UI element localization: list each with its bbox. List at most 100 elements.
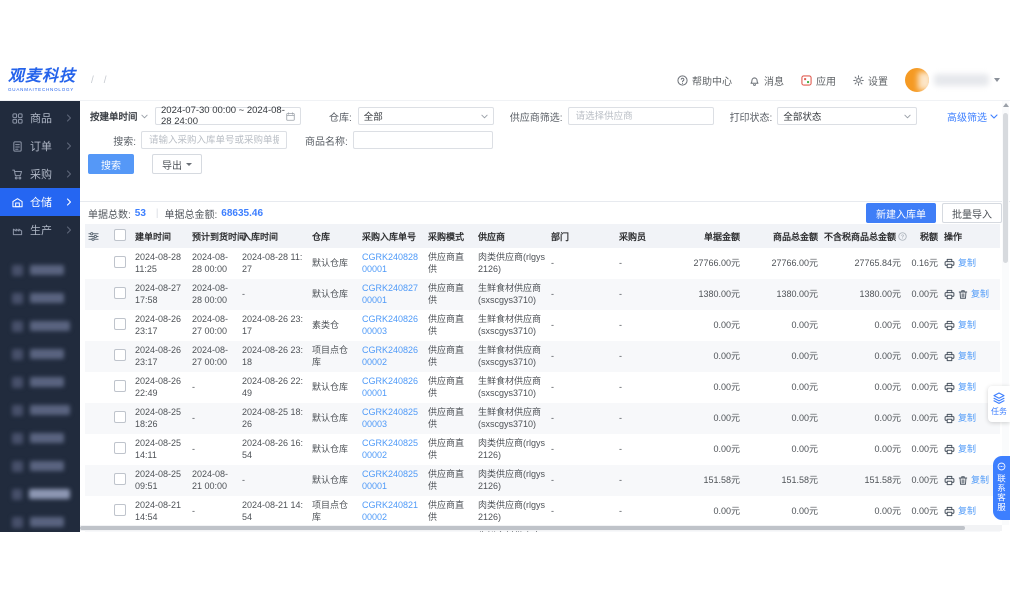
advanced-filter-link[interactable]: 高级筛选 [947,109,998,124]
print-icon[interactable] [944,475,955,486]
table-column-header[interactable]: 供应商 [475,224,548,248]
order-number-link[interactable]: CGRK24082600001 [362,376,418,398]
table-column-header[interactable]: 部门 [548,224,616,248]
print-status-select[interactable]: 全部状态 [777,107,917,125]
warehouse-select[interactable]: 全部 [358,107,494,125]
contact-support-button[interactable]: 联系客服 [993,456,1010,520]
print-icon[interactable] [944,289,955,300]
copy-link[interactable]: 复制 [958,444,976,456]
row-checkbox[interactable] [114,287,126,299]
apps-link[interactable]: 应用 [801,73,836,88]
horizontal-scrollbar[interactable] [80,525,1002,531]
create-inbound-button[interactable]: 新建入库单 [866,203,936,223]
supplier-input[interactable] [574,110,708,123]
date-range-input[interactable]: 2024-07-30 00:00 ~ 2024-08-28 24:00 [155,107,301,125]
sidebar-item-redacted[interactable] [0,396,80,424]
export-button[interactable]: 导出 [152,154,202,174]
cell-warehouse: 默认仓库 [309,279,359,310]
table-column-header[interactable]: 预计到货时间 [189,224,239,248]
row-checkbox[interactable] [114,442,126,454]
sidebar-item-redacted[interactable] [0,452,80,480]
table-column-header[interactable]: 建单时间 [132,224,189,248]
sidebar-item-redacted[interactable] [0,508,80,532]
scroll-up-arrow[interactable] [1003,103,1009,107]
sidebar-item-production[interactable]: 生产 [0,216,80,244]
copy-link[interactable]: 复制 [958,382,976,394]
sidebar-item-goods[interactable]: 商品 [0,104,80,132]
row-checkbox[interactable] [114,318,126,330]
table-column-header[interactable]: 仓库 [309,224,359,248]
info-icon[interactable]: ? [898,232,907,241]
sidebar-item-redacted[interactable] [0,284,80,312]
print-icon[interactable] [944,413,955,424]
print-icon[interactable] [944,258,955,269]
order-number-link[interactable]: CGRK24082500001 [362,469,418,491]
copy-link[interactable]: 复制 [958,258,976,270]
vertical-scrollbar-thumb[interactable] [1003,113,1008,263]
order-number-link[interactable]: CGRK24082600002 [362,345,418,367]
row-checkbox[interactable] [114,349,126,361]
help-center-link[interactable]: 帮助中心 [677,73,732,88]
row-checkbox[interactable] [114,256,126,268]
row-checkbox[interactable] [114,411,126,423]
copy-link[interactable]: 复制 [958,351,976,363]
sidebar-item-redacted[interactable] [0,256,80,284]
copy-link[interactable]: 复制 [958,320,976,332]
column-settings-icon[interactable] [88,231,108,242]
select-all-checkbox[interactable] [114,229,126,241]
order-number-link[interactable]: CGRK24082800001 [362,252,418,274]
sidebar-item-redacted[interactable] [0,368,80,396]
row-checkbox[interactable] [114,504,126,516]
sidebar-item-redacted[interactable] [0,424,80,452]
table-column-header[interactable]: 商品总金额 [743,224,821,248]
sidebar-item-redacted[interactable] [0,312,80,340]
sidebar-label: 生产 [30,222,52,238]
print-icon[interactable] [944,320,955,331]
table-column-header[interactable]: 采购入库单号 [359,224,425,248]
search-input[interactable] [147,134,281,147]
table-column-header[interactable]: 入库时间 [239,224,309,248]
redacted-label [29,489,70,499]
table-column-header[interactable]: 采购模式 [425,224,475,248]
tasks-widget[interactable]: 任务 [988,386,1010,422]
sidebar-item-warehouse[interactable]: 仓储 [0,188,80,216]
row-checkbox[interactable] [114,473,126,485]
breadcrumb-item[interactable] [86,75,99,86]
settings-link[interactable]: 设置 [853,73,888,88]
summary-divider: | [156,208,159,219]
order-number-link[interactable]: CGRK24082500003 [362,407,418,429]
print-icon[interactable] [944,444,955,455]
cell-created-time: 2024-08-25 18:26 [132,403,189,434]
user-menu[interactable] [905,68,1000,92]
sidebar-item-redacted[interactable] [0,340,80,368]
breadcrumb-item[interactable] [99,75,112,86]
row-checkbox[interactable] [114,380,126,392]
table-column-header[interactable]: 操作 [941,224,1000,248]
copy-link[interactable]: 复制 [971,289,989,301]
batch-import-button[interactable]: 批量导入 [942,203,1002,223]
order-number-link[interactable]: CGRK24082500002 [362,438,418,460]
copy-link[interactable]: 复制 [971,475,989,487]
copy-link[interactable]: 复制 [958,506,976,518]
print-icon[interactable] [944,506,955,517]
table-column-header[interactable]: 采购员 [616,224,676,248]
copy-link[interactable]: 复制 [958,413,976,425]
time-type-select[interactable]: 按建单时间 [88,107,150,125]
table-column-header[interactable]: 不含税商品总金额 ? [821,224,904,248]
sidebar-item-purchase[interactable]: 采购 [0,160,80,188]
table-column-header[interactable]: 税额 [904,224,941,248]
order-number-link[interactable]: CGRK24082600003 [362,314,418,336]
order-number-link[interactable]: CGRK24082100002 [362,500,418,522]
print-icon[interactable] [944,382,955,393]
horizontal-scrollbar-thumb[interactable] [80,526,965,530]
messages-link[interactable]: 消息 [749,73,784,88]
search-button[interactable]: 搜索 [88,154,134,174]
delete-icon[interactable] [958,475,968,486]
sidebar-item-orders[interactable]: 订单 [0,132,80,160]
product-name-input[interactable] [359,134,487,147]
table-column-header[interactable]: 单据金额 [676,224,743,248]
delete-icon[interactable] [958,289,968,300]
sidebar-item-redacted[interactable] [0,480,80,508]
print-icon[interactable] [944,351,955,362]
order-number-link[interactable]: CGRK24082700001 [362,283,418,305]
